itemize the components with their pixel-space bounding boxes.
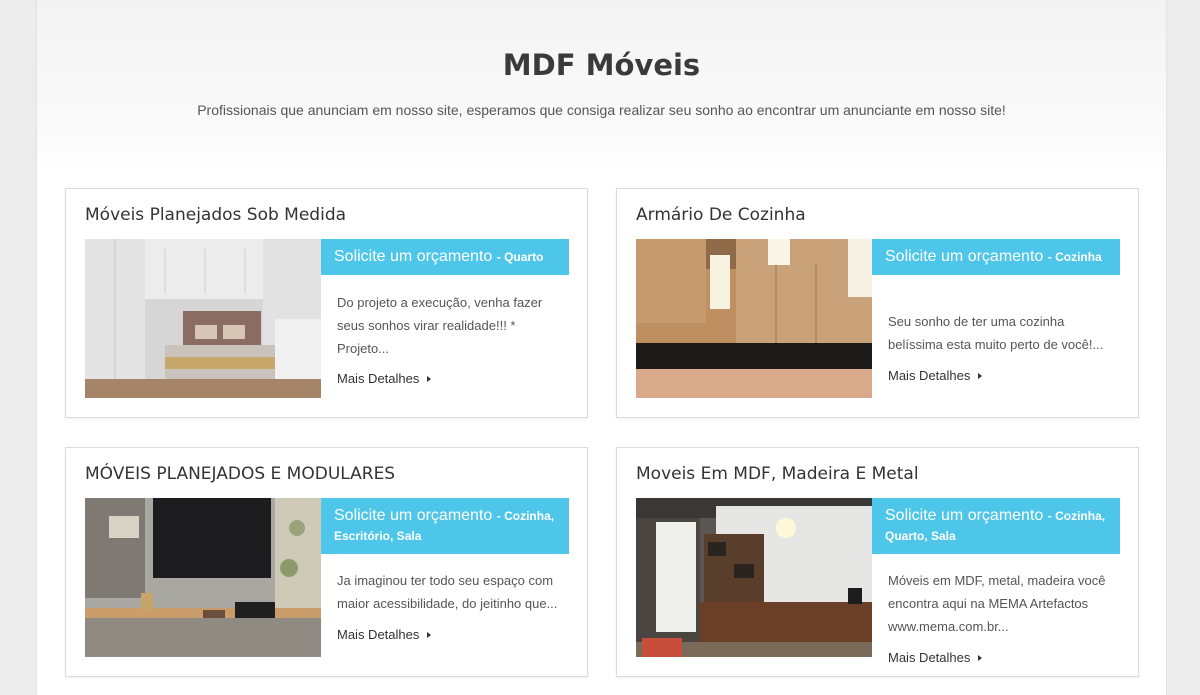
card-title[interactable]: Armário De Cozinha <box>636 205 806 225</box>
listing-image-kitchen[interactable] <box>636 239 872 398</box>
arrow-right-icon <box>427 632 432 638</box>
listing-image-living-room[interactable] <box>85 498 321 657</box>
card-description: Do projeto a execução, venha fazer seus … <box>337 295 543 356</box>
arrow-right-icon <box>978 373 983 379</box>
more-details-link[interactable]: Mais Detalhes <box>337 371 432 386</box>
request-quote-button[interactable]: Solicite um orçamento - Cozinha <box>872 239 1120 275</box>
more-details-link[interactable]: Mais Detalhes <box>337 627 432 642</box>
card-description: Seu sonho de ter uma cozinha belíssima e… <box>888 314 1104 352</box>
request-quote-button[interactable]: Solicite um orçamento - Cozinha, Quarto,… <box>872 498 1120 554</box>
request-quote-button[interactable]: Solicite um orçamento - Quarto <box>321 239 569 275</box>
listing-card: Móveis Planejados Sob Medida Solicite um… <box>65 188 588 418</box>
quote-category: - Cozinha <box>1047 250 1102 264</box>
listing-card: Armário De Cozinha Solicite um orçamento… <box>616 188 1139 418</box>
more-details-link[interactable]: Mais Detalhes <box>888 368 983 383</box>
quote-label: Solicite um orçamento <box>885 248 1044 265</box>
card-title[interactable]: Moveis Em MDF, Madeira E Metal <box>636 464 919 484</box>
page-container: MDF Móveis Profissionais que anunciam em… <box>36 0 1167 695</box>
arrow-right-icon <box>427 376 432 382</box>
page-title: MDF Móveis <box>502 48 701 82</box>
listing-card: MÓVEIS PLANEJADOS E MODULARES Solicite u… <box>65 447 588 677</box>
quote-category: - Quarto <box>496 250 544 264</box>
quote-label: Solicite um orçamento <box>334 248 493 265</box>
card-description: Móveis em MDF, metal, madeira você encon… <box>888 573 1106 634</box>
more-details-link[interactable]: Mais Detalhes <box>888 650 983 665</box>
listing-image-metal-furniture[interactable] <box>636 498 872 657</box>
card-title[interactable]: MÓVEIS PLANEJADOS E MODULARES <box>85 464 395 484</box>
card-title[interactable]: Móveis Planejados Sob Medida <box>85 205 346 225</box>
request-quote-button[interactable]: Solicite um orçamento - Cozinha, Escritó… <box>321 498 569 554</box>
quote-label: Solicite um orçamento <box>334 507 493 524</box>
arrow-right-icon <box>978 655 983 661</box>
listing-card: Moveis Em MDF, Madeira E Metal Solicite … <box>616 447 1139 677</box>
card-description: Ja imaginou ter todo seu espaço com maio… <box>337 573 558 611</box>
quote-label: Solicite um orçamento <box>885 507 1044 524</box>
listing-image-bedroom[interactable] <box>85 239 321 398</box>
page-subtitle: Profissionais que anunciam em nosso site… <box>197 102 1006 118</box>
